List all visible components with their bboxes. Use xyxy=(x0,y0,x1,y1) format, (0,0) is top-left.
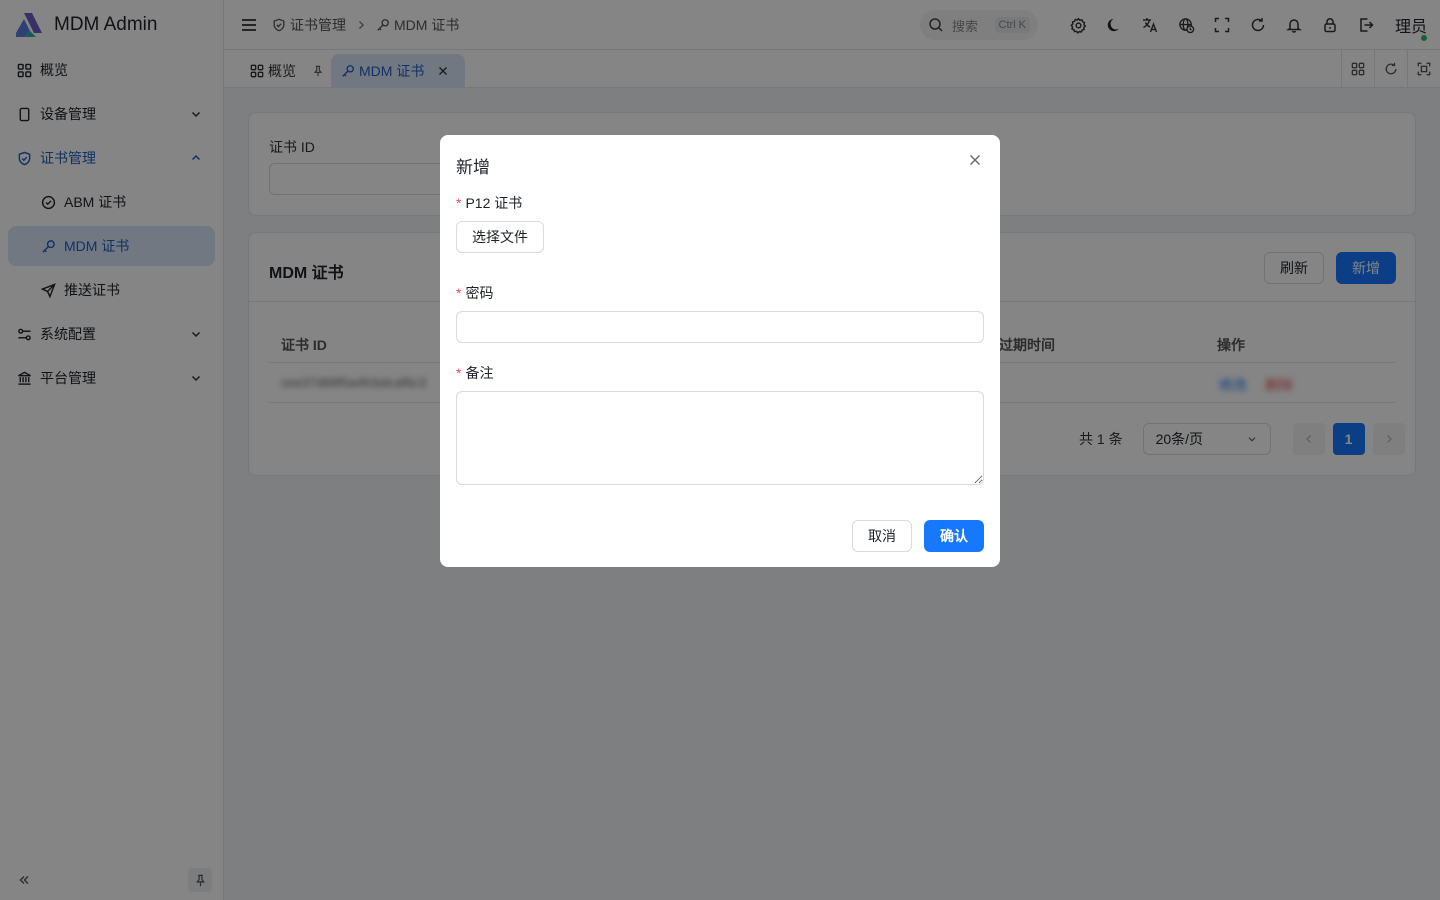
modal-title: 新增 xyxy=(456,158,490,177)
password-field-label: * 密码 xyxy=(456,285,494,301)
modal-close-button[interactable] xyxy=(964,149,986,171)
password-input[interactable] xyxy=(456,311,984,343)
close-icon xyxy=(970,155,980,165)
required-mark: * xyxy=(456,365,462,381)
required-mark: * xyxy=(456,285,462,301)
remark-field-label: * 备注 xyxy=(456,365,494,381)
choose-file-button[interactable]: 选择文件 xyxy=(456,221,544,253)
required-mark: * xyxy=(456,195,462,211)
p12-field-label: * P12 证书 xyxy=(456,195,523,211)
cancel-button[interactable]: 取消 xyxy=(852,520,912,552)
confirm-button[interactable]: 确认 xyxy=(924,520,984,552)
add-cert-modal: 新增 * P12 证书 选择文件 * 密码 * 备注 取消 确认 xyxy=(440,135,1000,567)
remark-textarea[interactable] xyxy=(456,391,984,485)
